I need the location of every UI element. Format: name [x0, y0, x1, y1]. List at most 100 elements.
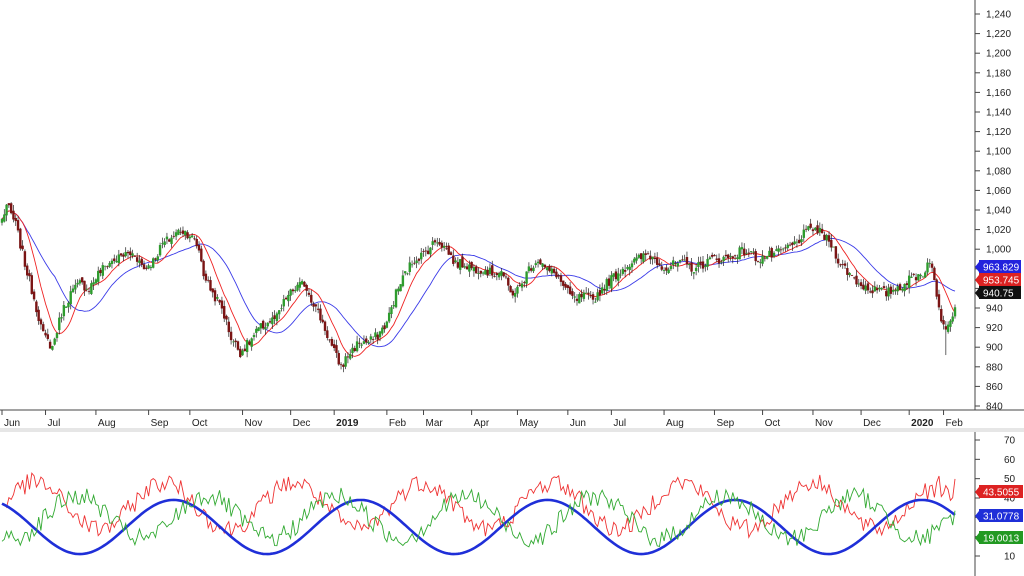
candle-body [798, 239, 801, 244]
candle-body [25, 265, 29, 276]
candle-body [85, 288, 88, 290]
candle-body [397, 288, 400, 292]
candle-body [511, 290, 515, 296]
candle-body [21, 245, 24, 250]
candle-body [477, 273, 480, 274]
candle-body [97, 270, 100, 282]
candle-body [635, 257, 638, 261]
candle-body [869, 291, 872, 293]
candle-body [706, 258, 709, 267]
candle-body [206, 279, 210, 281]
candle-body [848, 272, 851, 275]
candle-body [472, 267, 476, 272]
candle-body [917, 274, 920, 281]
price-y-tick-label: 860 [986, 382, 1003, 393]
candle-body [417, 258, 421, 261]
candle-body [740, 247, 744, 250]
candle-body [802, 229, 806, 238]
candle-body [623, 270, 627, 272]
candle-body [857, 283, 860, 285]
candle-body [381, 327, 384, 334]
x-tick-label: Jun [4, 418, 20, 429]
candle-body [765, 255, 769, 259]
candle-body [454, 260, 457, 263]
candle-body [683, 259, 686, 261]
candle-body [277, 310, 281, 315]
price-y-tick-label: 900 [986, 343, 1003, 354]
candle-body [552, 268, 556, 273]
x-tick-label: Jun [570, 418, 586, 429]
candle-body [440, 242, 444, 248]
candle-body [465, 266, 469, 270]
candle-body [429, 247, 432, 255]
candle-body [142, 264, 146, 270]
candle-body [903, 284, 906, 292]
panel-separator [0, 428, 1024, 432]
candle-body [83, 280, 86, 291]
candle-body [827, 235, 831, 242]
candle-body [241, 350, 244, 356]
candle-body [163, 241, 166, 246]
ma_slow-tag-pointer [975, 262, 979, 272]
candle-body [839, 264, 842, 266]
candle-body [23, 251, 27, 267]
candle-body [825, 234, 828, 241]
candle-body [820, 228, 824, 234]
osc-y-tick-label: 10 [1004, 552, 1016, 563]
candle-body [280, 307, 283, 309]
candle-body [651, 256, 654, 260]
candle-body [76, 282, 79, 285]
candle-body [294, 289, 297, 292]
candle-body [667, 269, 670, 274]
x-tick-label: Jul [48, 418, 61, 429]
candle-body [475, 266, 478, 274]
candle-body [621, 268, 625, 274]
candle-body [133, 255, 137, 257]
candle-body [266, 322, 269, 327]
price-plot-area [0, 0, 975, 410]
candle-body [747, 252, 751, 254]
candle-body [346, 356, 350, 358]
candle-body [944, 326, 948, 330]
candle-body [232, 341, 235, 343]
candle-body [500, 271, 503, 276]
candle-body [19, 228, 22, 249]
price-y-tick-label: 1,040 [986, 206, 1011, 217]
candle-body [177, 229, 180, 235]
candle-body [303, 281, 306, 287]
candle-body [575, 298, 579, 301]
candle-body [704, 265, 707, 268]
candle-body [151, 258, 155, 268]
candle-body [158, 245, 162, 256]
candle-body [250, 338, 253, 347]
oscillator-value-tags: 43.5055 31.0778 19.0013 [975, 485, 1023, 545]
candle-body [571, 291, 574, 296]
candle-body [607, 278, 611, 286]
candle-body [257, 327, 260, 331]
candle-body [69, 291, 72, 305]
candle-body [156, 256, 159, 261]
candle-body [644, 253, 647, 255]
candle-body [781, 248, 785, 250]
candle-body [832, 246, 835, 248]
candle-body [330, 339, 334, 346]
x-tick-label: Oct [765, 418, 781, 429]
candle-body [777, 248, 780, 252]
candle-body [930, 263, 934, 268]
candle-body [756, 261, 760, 262]
candle-body [720, 261, 723, 263]
candle-body [14, 217, 17, 222]
candle-body [672, 260, 675, 266]
candle-body [3, 214, 6, 222]
price-y-tick-label: 1,200 [986, 49, 1011, 60]
candle-body [403, 271, 407, 274]
candle-body [529, 268, 533, 271]
candle-body [273, 315, 276, 319]
candle-body [907, 275, 911, 288]
x-tick-label: 2019 [336, 418, 359, 429]
candle-body [184, 230, 187, 236]
candle-body [374, 332, 377, 338]
candle-body [401, 275, 405, 287]
candle-body [731, 256, 734, 259]
candle-body [46, 334, 50, 339]
